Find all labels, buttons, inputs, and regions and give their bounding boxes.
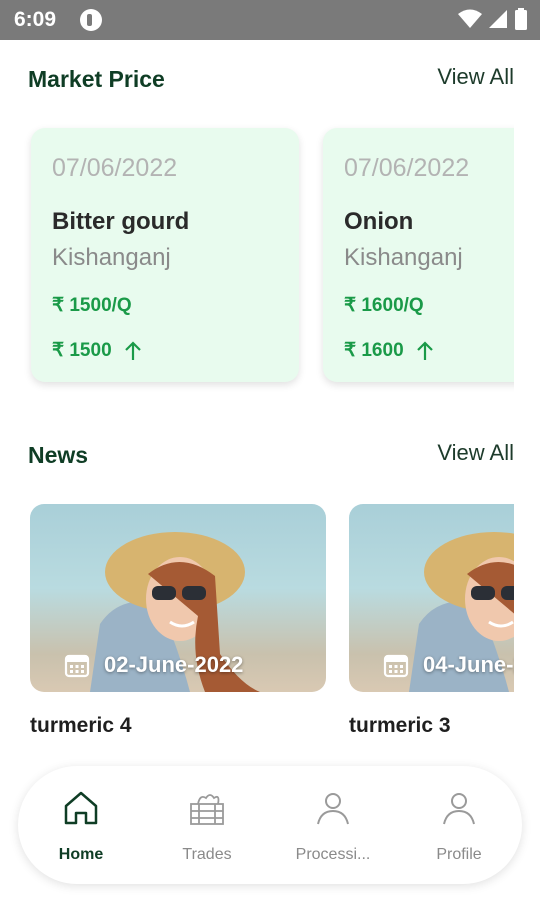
nav-label-trades: Trades: [182, 846, 232, 863]
news-card[interactable]: 04-June-2022 turmeric 3: [349, 504, 514, 738]
trades-crate-icon: [190, 794, 224, 825]
system-icons: [458, 8, 528, 30]
person-icon: [317, 793, 349, 825]
status-bar: 6:09: [0, 0, 540, 40]
price-rate: ₹ 1600/Q: [344, 295, 424, 316]
home-icon: [64, 791, 98, 825]
current-price-value: ₹ 1500: [52, 340, 112, 361]
current-price: ₹ 1500: [52, 339, 142, 362]
nav-item-home[interactable]: Home: [18, 766, 144, 884]
current-price: ₹ 1600: [344, 339, 434, 362]
nav-item-trades[interactable]: Trades: [144, 766, 270, 884]
news-date-row: 04-June-2022: [383, 652, 514, 678]
nav-label-processing: Processi...: [295, 846, 371, 863]
calendar-icon: [383, 654, 409, 678]
nav-item-processing[interactable]: Processi...: [270, 766, 396, 884]
news-image: 02-June-2022: [30, 504, 326, 692]
nav-item-profile[interactable]: Profile: [396, 766, 522, 884]
price-card[interactable]: 07/06/2022 Bitter gourd Kishanganj ₹ 150…: [31, 128, 299, 382]
news-date-row: 02-June-2022: [64, 652, 243, 678]
arrow-up-icon: [124, 340, 141, 360]
market-view-all-link[interactable]: View All: [437, 64, 514, 90]
crop-name: Onion: [344, 208, 414, 235]
news-image: 04-June-2022: [349, 504, 514, 692]
news-card[interactable]: 02-June-2022 turmeric 4: [30, 504, 326, 738]
status-time: 6:09: [14, 8, 57, 31]
calendar-icon: [64, 654, 90, 678]
news-view-all-link[interactable]: View All: [437, 440, 514, 466]
wifi-icon: [458, 9, 482, 28]
market-name: Kishanganj: [52, 244, 171, 271]
news-carousel[interactable]: 02-June-2022 turmeric 4 04-June-2022 tur…: [0, 500, 514, 750]
news-headline: turmeric 4: [30, 714, 132, 737]
app-notification-icon: [80, 9, 102, 31]
news-date: 04-June-2022: [423, 652, 514, 677]
news-date: 02-June-2022: [104, 652, 244, 677]
price-rate: ₹ 1500/Q: [52, 295, 132, 316]
market-price-title: Market Price: [28, 66, 165, 92]
nav-label-profile: Profile: [436, 846, 482, 863]
current-price-value: ₹ 1600: [344, 340, 404, 361]
signal-icon: [489, 10, 507, 28]
news-headline: turmeric 3: [349, 714, 451, 737]
nav-label-home: Home: [58, 846, 104, 863]
news-title: News: [28, 442, 89, 468]
profile-icon: [443, 793, 475, 825]
bottom-navigation: Home Trades Processi... Profile: [18, 766, 522, 884]
price-date: 07/06/2022: [344, 154, 470, 182]
market-price-carousel[interactable]: 07/06/2022 Bitter gourd Kishanganj ₹ 150…: [0, 118, 514, 403]
news-header: News View All: [28, 440, 514, 482]
battery-icon: [515, 8, 527, 30]
market-price-header: Market Price View All: [28, 64, 514, 106]
crop-name: Bitter gourd: [52, 208, 190, 235]
market-name: Kishanganj: [344, 244, 463, 271]
price-date: 07/06/2022: [52, 154, 178, 182]
arrow-up-icon: [416, 340, 433, 360]
price-card[interactable]: 07/06/2022 Onion Kishanganj ₹ 1600/Q ₹ 1…: [323, 128, 514, 382]
